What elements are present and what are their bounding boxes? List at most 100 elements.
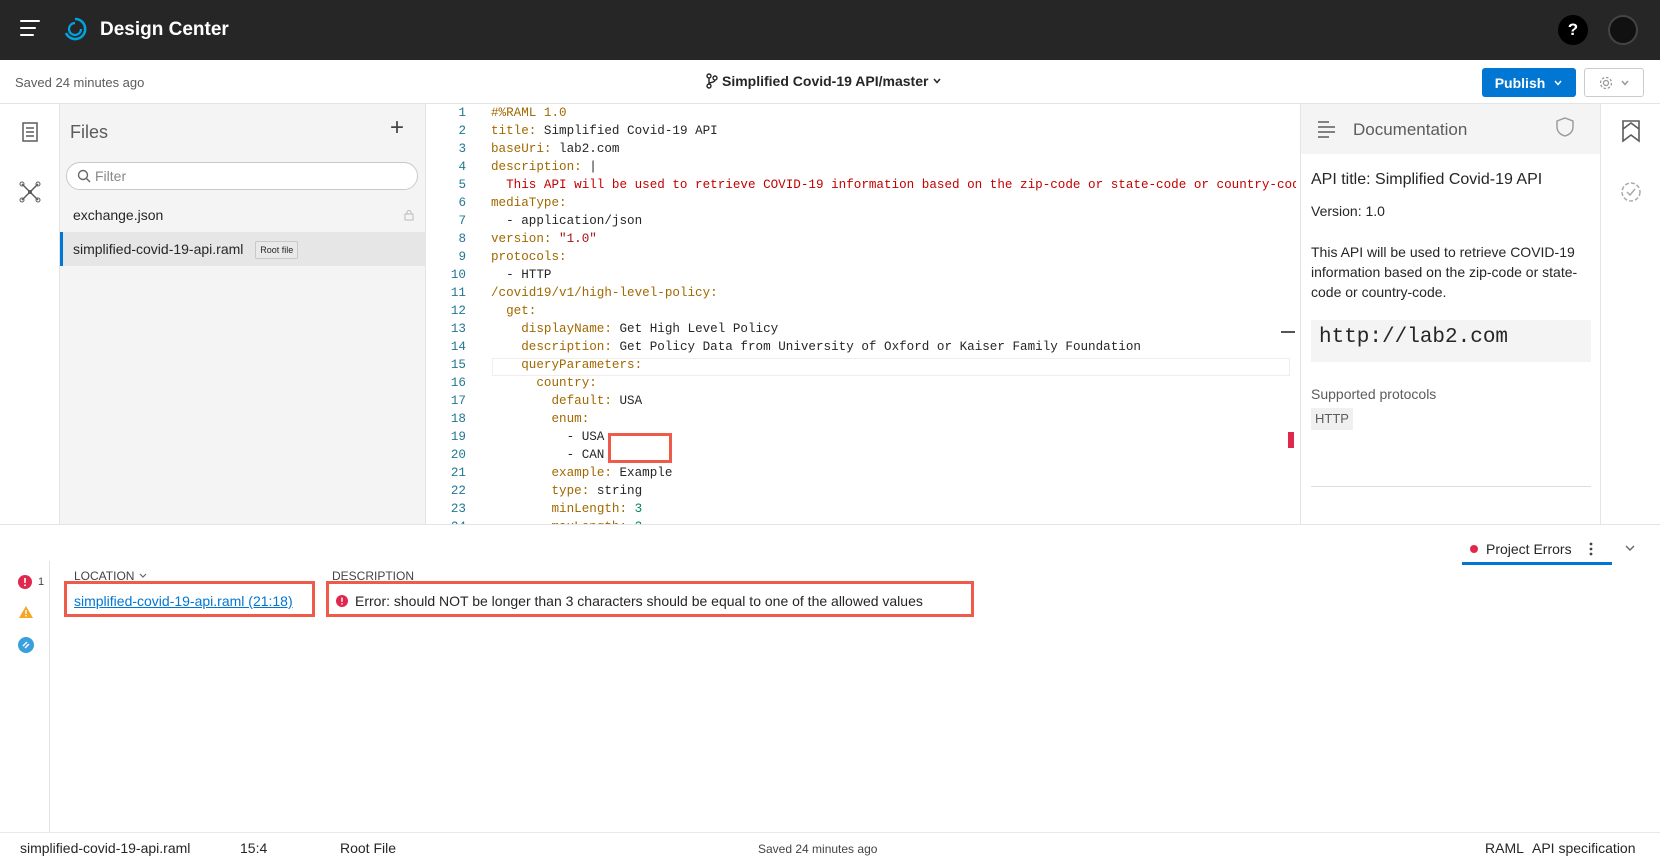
warning-icon[interactable] — [18, 605, 34, 619]
validation-icon[interactable] — [1619, 180, 1643, 204]
file-item-root-raml[interactable]: simplified-covid-19-api.raml Root file — [60, 232, 426, 266]
saved-status: Saved 24 minutes ago — [15, 75, 145, 90]
settings-button[interactable] — [1584, 68, 1644, 97]
publish-button[interactable]: Publish — [1482, 68, 1576, 97]
add-file-button[interactable]: + — [390, 114, 404, 142]
file-item-exchange-json[interactable]: exchange.json — [60, 198, 426, 232]
user-avatar[interactable] — [1608, 15, 1638, 45]
code-line[interactable]: 13 displayName: Get High Level Policy — [426, 320, 1296, 338]
code-line[interactable]: 9 protocols: — [426, 248, 1296, 266]
hamburger-menu-icon[interactable] — [20, 20, 40, 40]
code-text: country: — [536, 376, 597, 390]
code-text: default: USA — [551, 394, 643, 408]
anypoint-logo-icon — [64, 17, 87, 41]
code-text: description: | — [491, 160, 597, 174]
code-text: title: Simplified Covid-19 API — [491, 124, 718, 138]
code-line[interactable]: 12 get: — [426, 302, 1296, 320]
line-number: 10 — [450, 268, 466, 282]
code-text: #%RAML 1.0 — [491, 106, 567, 120]
file-name: simplified-covid-19-api.raml — [73, 241, 244, 257]
errors-panel: Project Errors 1 LOCATION DESCRIPTION si… — [0, 524, 1660, 833]
code-line[interactable]: 23 minLength: 3 — [426, 500, 1296, 518]
branch-selector[interactable]: Simplified Covid-19 API/master — [706, 73, 942, 89]
code-line[interactable]: 7 - application/json — [426, 212, 1296, 230]
code-line[interactable]: 15 queryParameters: — [426, 356, 1296, 374]
files-icon[interactable] — [18, 120, 42, 144]
line-number: 23 — [450, 502, 466, 516]
error-dot-icon — [1470, 544, 1478, 553]
branch-name: Simplified Covid-19 API/master — [722, 73, 929, 89]
status-cursor: 15:4 — [240, 840, 268, 856]
code-line[interactable]: 6 mediaType: — [426, 194, 1296, 212]
line-number: 16 — [450, 376, 466, 390]
error-count-filter[interactable]: 1 — [18, 575, 44, 589]
code-line[interactable]: 16 country: — [426, 374, 1296, 392]
line-number: 1 — [458, 106, 466, 120]
git-branch-icon — [706, 73, 718, 89]
code-line[interactable]: 1 #%RAML 1.0 — [426, 104, 1296, 122]
code-line[interactable]: 19 - USA — [426, 428, 1296, 446]
tab-project-errors[interactable]: Project Errors — [1462, 535, 1612, 565]
code-line[interactable]: 5 This API will be used to retrieve COVI… — [426, 176, 1296, 194]
code-line[interactable]: 2 title: Simplified Covid-19 API — [426, 122, 1296, 140]
line-number: 17 — [450, 394, 466, 408]
description-highlight-box — [326, 581, 974, 617]
line-number: 12 — [450, 304, 466, 318]
link-icon[interactable] — [18, 637, 34, 653]
line-number: 19 — [450, 430, 466, 444]
documentation-header: Documentation — [1301, 104, 1601, 154]
code-text: baseUri: lab2.com — [491, 142, 620, 156]
code-text: displayName: Get High Level Policy — [521, 322, 779, 336]
code-text: protocols: — [491, 250, 567, 264]
help-button[interactable]: ? — [1558, 15, 1588, 45]
code-text: - USA — [491, 430, 605, 444]
error-marker — [1288, 432, 1294, 448]
kebab-menu-icon[interactable] — [1588, 541, 1594, 557]
code-line[interactable]: 4 description: | — [426, 158, 1296, 176]
filter-input[interactable]: Filter — [66, 162, 418, 190]
line-number: 7 — [458, 214, 466, 228]
code-text: - CAN — [491, 448, 605, 462]
chevron-down-icon — [1554, 80, 1562, 86]
files-title: Files — [70, 122, 109, 142]
doc-api-title: API title: Simplified Covid-19 API — [1311, 171, 1543, 188]
doc-version: Version: 1.0 — [1311, 203, 1385, 219]
code-line[interactable]: 11/covid19/v1/high-level-policy: — [426, 284, 1296, 302]
error-filter-rail: 1 — [0, 561, 50, 833]
status-saved: Saved 24 minutes ago — [758, 842, 878, 856]
collapse-chevron-icon[interactable] — [1624, 543, 1636, 553]
code-line[interactable]: 22 type: string — [426, 482, 1296, 500]
code-line[interactable]: 21 example: Example — [426, 464, 1296, 482]
filter-placeholder: Filter — [95, 168, 127, 184]
line-number: 14 — [450, 340, 466, 354]
divider — [1311, 486, 1591, 487]
status-bar: simplified-covid-19-api.raml 15:4 Root F… — [0, 832, 1660, 862]
code-text: - HTTP — [491, 268, 552, 282]
code-line[interactable]: 10 - HTTP — [426, 266, 1296, 284]
line-number: 2 — [458, 124, 466, 138]
code-line[interactable]: 20 - CAN — [426, 446, 1296, 464]
code-line[interactable]: 17 default: USA — [426, 392, 1296, 410]
bookmark-icon[interactable] — [1619, 118, 1643, 144]
doc-protocols-label: Supported protocols — [1311, 386, 1437, 402]
code-line[interactable]: 18 enum: — [426, 410, 1296, 428]
code-line[interactable]: 3 baseUri: lab2.com — [426, 140, 1296, 158]
sort-chevron-icon — [139, 573, 147, 578]
scroll-indicator — [1281, 331, 1295, 333]
documentation-title: Documentation — [1353, 120, 1468, 139]
shield-icon[interactable] — [1555, 116, 1575, 138]
doc-base-uri: http://lab2.com — [1311, 320, 1591, 362]
errors-tab-label: Project Errors — [1486, 540, 1572, 557]
line-number: 15 — [450, 358, 466, 372]
code-line[interactable]: 14 description: Get Policy Data from Uni… — [426, 338, 1296, 356]
chevron-down-icon — [933, 78, 942, 84]
status-spec-type: API specification — [1532, 840, 1636, 856]
status-file: simplified-covid-19-api.raml — [20, 840, 191, 856]
error-icon — [18, 575, 32, 589]
dependencies-icon[interactable] — [18, 180, 42, 204]
line-number: 11 — [450, 286, 466, 300]
documentation-body: API title: Simplified Covid-19 API Versi… — [1311, 170, 1591, 430]
code-line[interactable]: 8 version: "1.0" — [426, 230, 1296, 248]
status-file-role: Root File — [340, 840, 397, 856]
code-editor[interactable]: 1 #%RAML 1.0 2 title: Simplified Covid-19 A… — [426, 104, 1296, 524]
